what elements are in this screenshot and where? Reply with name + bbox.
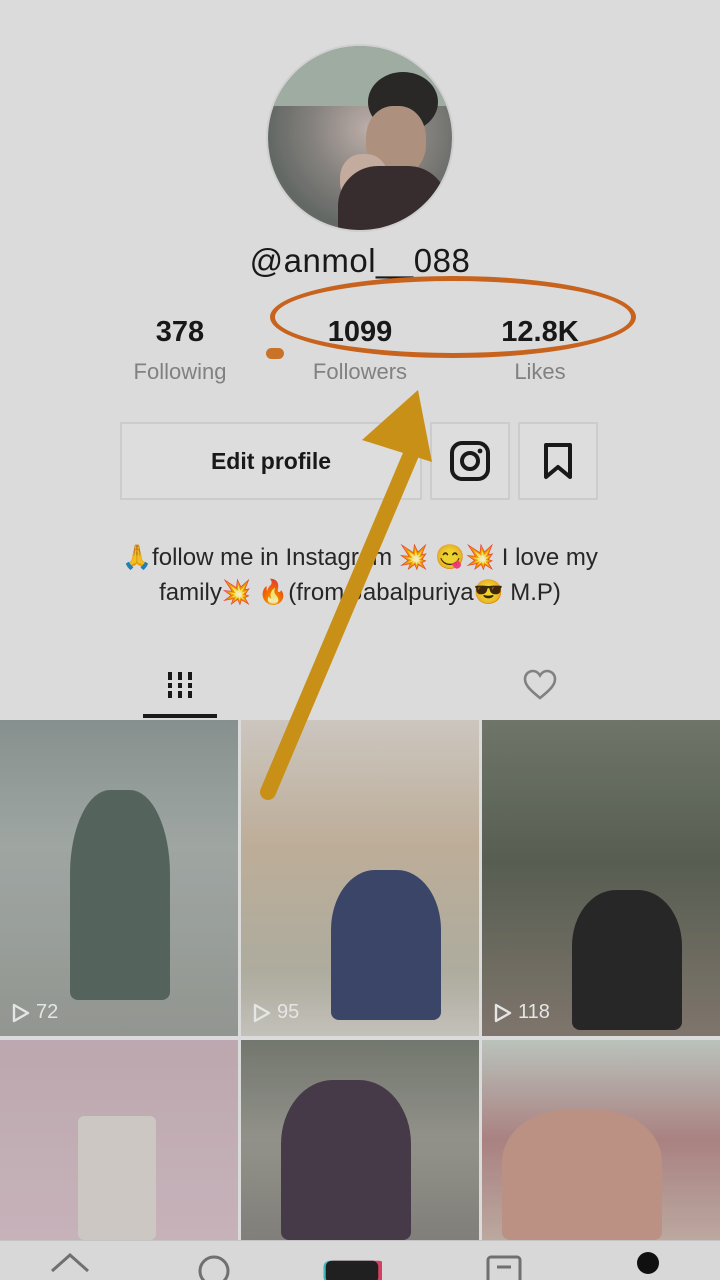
video-tile[interactable]	[482, 1040, 720, 1240]
nav-profile[interactable]	[618, 1251, 678, 1280]
video-tile[interactable]: 72	[0, 720, 238, 1036]
nav-create[interactable]	[322, 1251, 382, 1280]
instagram-button[interactable]	[430, 422, 510, 500]
video-tile[interactable]	[241, 1040, 479, 1240]
grid-icon	[165, 672, 195, 698]
nav-inbox[interactable]	[474, 1251, 534, 1280]
following-label: Following	[133, 359, 227, 384]
nav-discover[interactable]	[184, 1251, 244, 1280]
play-count: 95	[253, 1001, 299, 1024]
profile-bio: 🙏follow me in Instagram 💥 😋💥 I love my f…	[80, 540, 640, 610]
edit-profile-button[interactable]: Edit profile	[120, 422, 422, 500]
play-count-value: 95	[277, 1001, 300, 1023]
play-count-value: 72	[36, 1001, 59, 1023]
bio-line-2: family💥 🔥(from Jabalpuriya😎 M.P)	[159, 579, 561, 606]
likes-label: Likes	[514, 359, 566, 384]
video-tile[interactable]	[0, 1040, 238, 1240]
video-tile[interactable]: 118	[482, 720, 720, 1036]
bookmark-icon	[544, 443, 572, 479]
home-icon	[51, 1252, 89, 1273]
heart-icon	[523, 669, 557, 700]
video-thumbnail-figure	[281, 1080, 411, 1240]
instagram-icon	[450, 441, 490, 481]
profile-avatar[interactable]	[268, 46, 452, 230]
play-count: 118	[494, 1001, 550, 1024]
active-tab-indicator	[143, 714, 217, 718]
bottom-navigation	[0, 1240, 720, 1280]
annotation-ellipse	[270, 276, 636, 358]
following-count: 378	[155, 316, 205, 348]
video-thumbnail-figure	[70, 790, 170, 1000]
video-grid: 72 95 118	[0, 720, 720, 1240]
play-count-value: 118	[518, 1001, 550, 1023]
profile-tabs	[0, 652, 720, 718]
play-icon	[12, 1003, 30, 1022]
tab-videos[interactable]	[140, 652, 220, 718]
tab-liked[interactable]	[500, 652, 580, 718]
video-thumbnail-figure	[331, 870, 441, 1020]
play-count: 72	[12, 1001, 58, 1024]
inbox-icon	[486, 1255, 522, 1280]
profile-screen: @anmol__088 378 Following 1099 Followers…	[0, 0, 720, 1280]
video-thumbnail-figure	[78, 1116, 156, 1240]
favorites-button[interactable]	[518, 422, 598, 500]
discover-icon	[198, 1255, 230, 1280]
followers-label: Followers	[312, 359, 408, 384]
video-thumbnail-figure	[502, 1110, 662, 1240]
video-thumbnail-figure	[572, 890, 682, 1030]
create-icon	[323, 1260, 382, 1280]
avatar-shirt	[338, 166, 448, 230]
play-icon	[494, 1003, 512, 1022]
bio-line-1: 🙏follow me in Instagram 💥 😋💥 I love my	[122, 544, 598, 571]
profile-username: @anmol__088	[249, 242, 471, 279]
nav-home[interactable]	[40, 1251, 100, 1280]
profile-icon	[637, 1252, 659, 1274]
video-tile[interactable]: 95	[241, 720, 479, 1036]
stat-following[interactable]: 378 Following	[90, 312, 270, 392]
play-icon	[253, 1003, 271, 1022]
